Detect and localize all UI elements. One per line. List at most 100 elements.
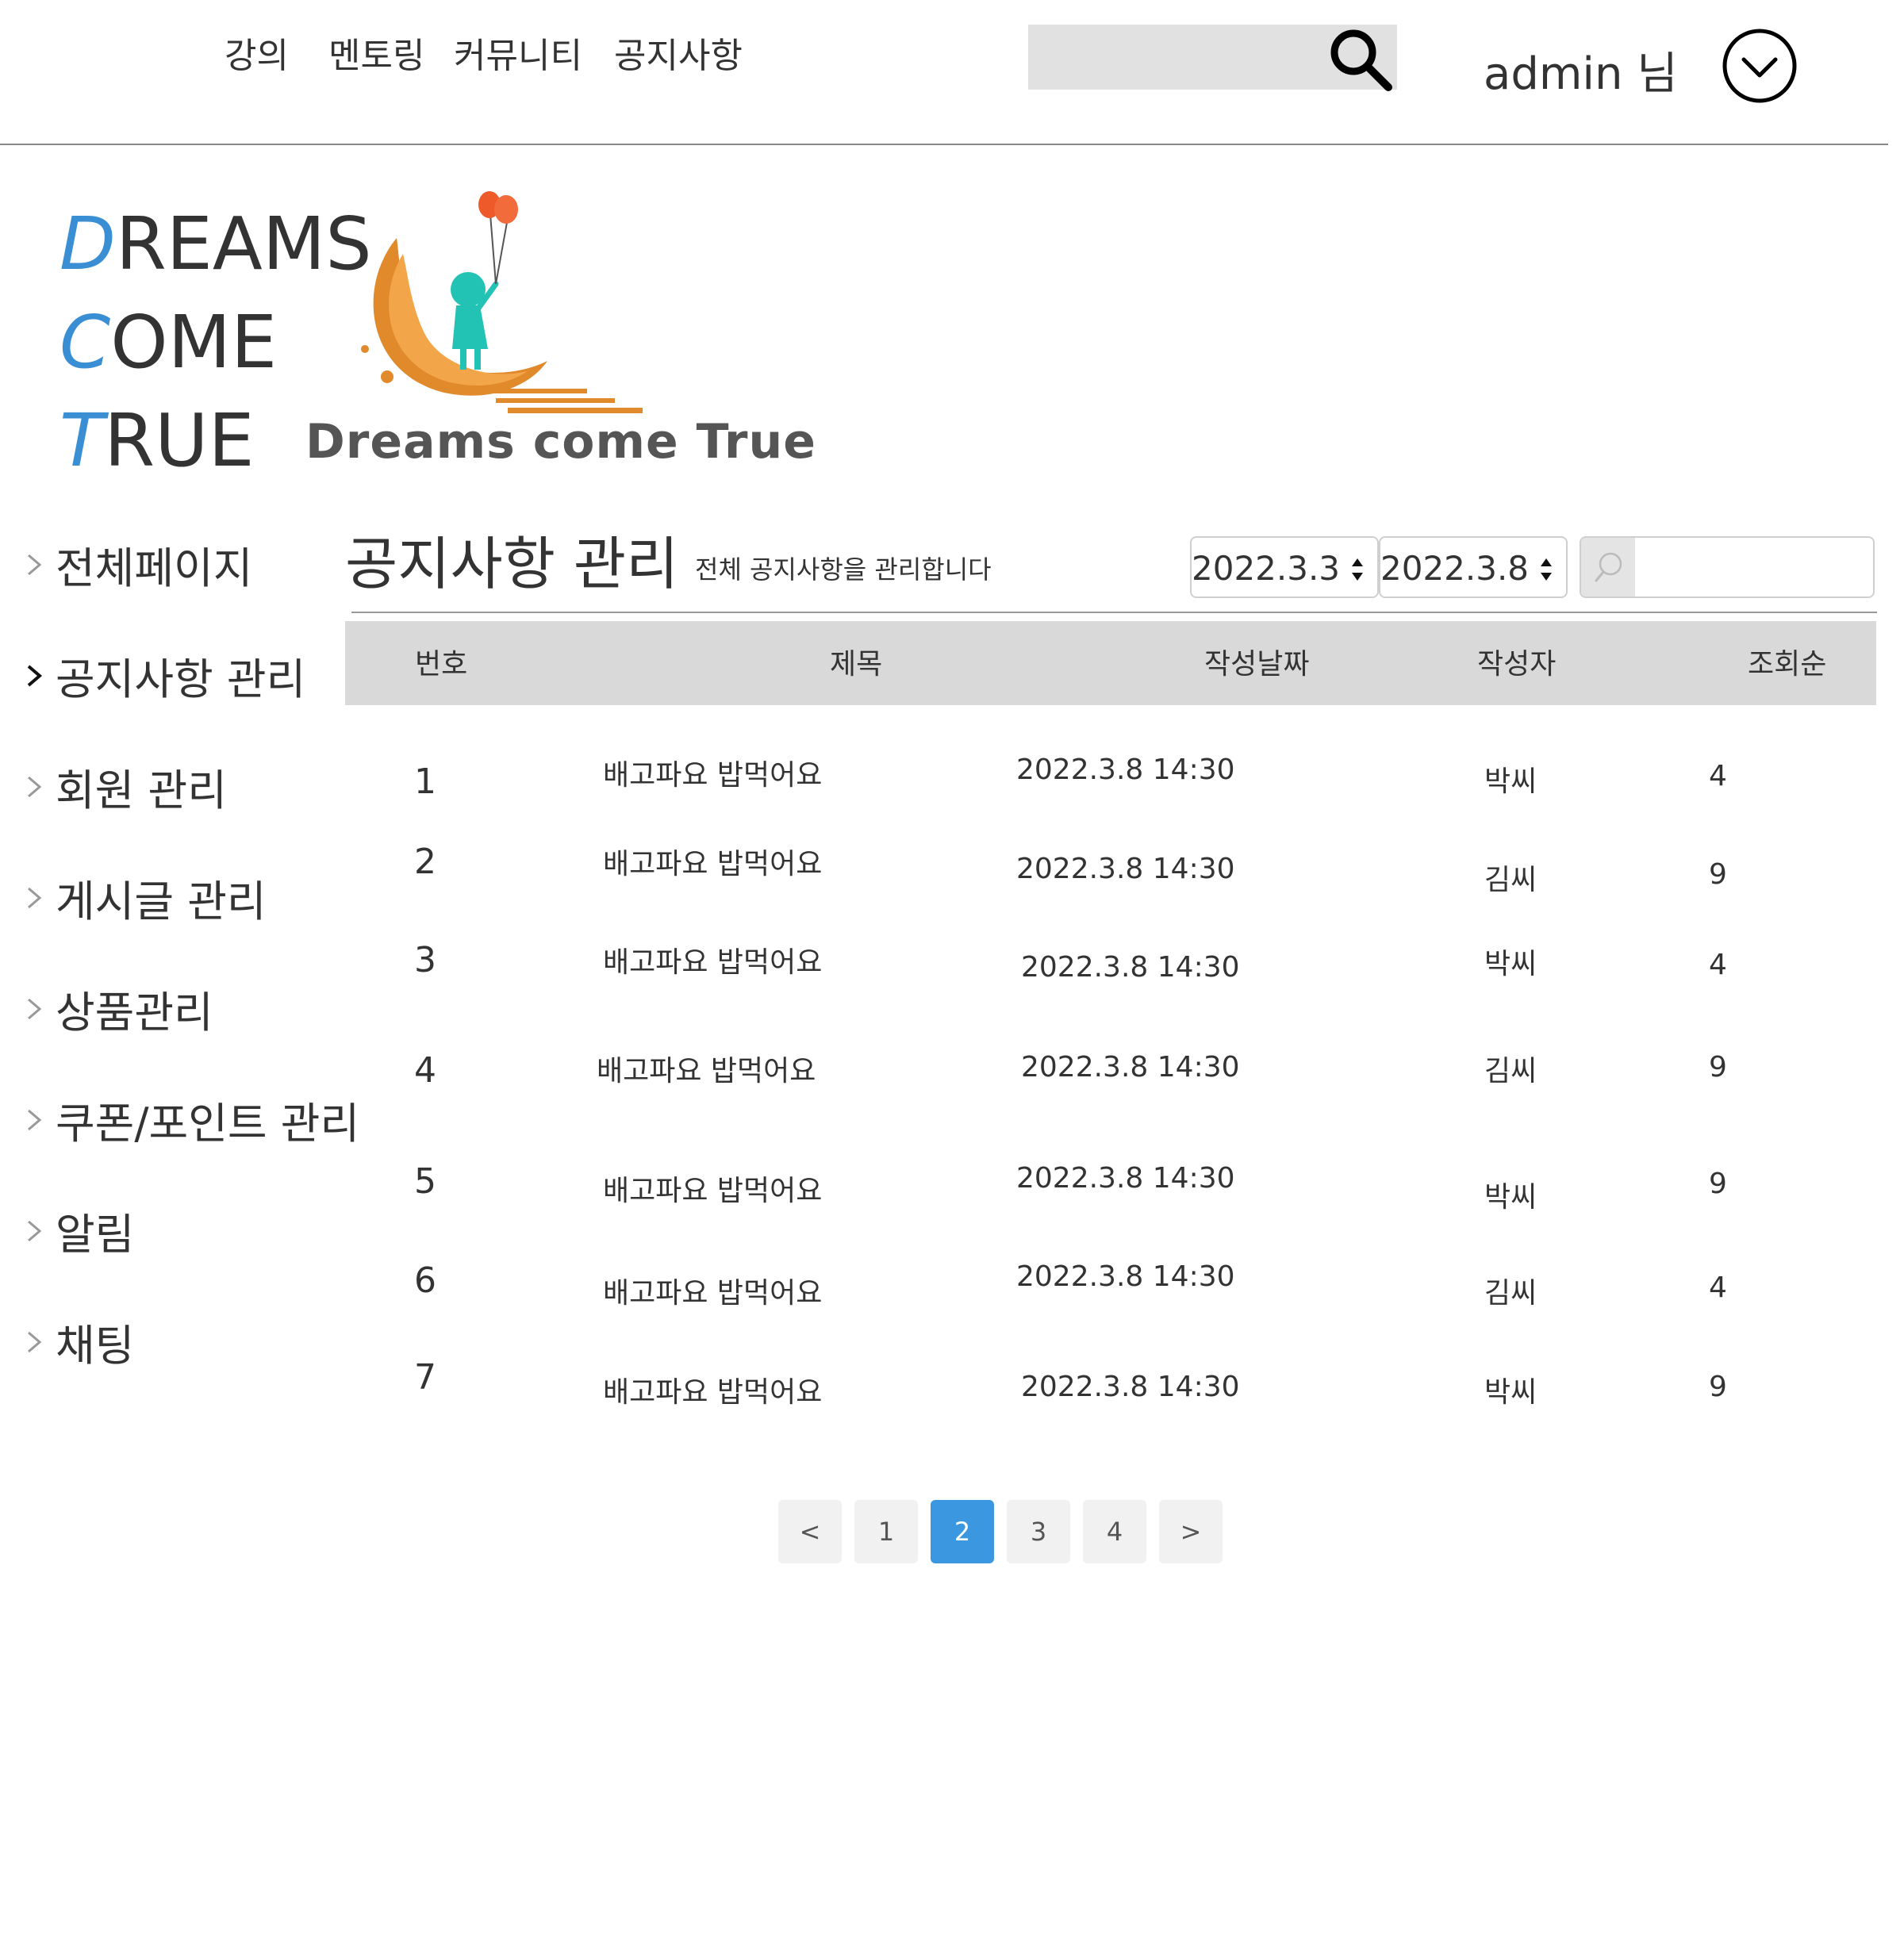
cell-number: 7 [414,1357,436,1398]
column-header-date[interactable]: 작성날짜 [1204,641,1309,682]
sidebar-item-label: 전체페이지 [56,543,253,593]
pagination-page-2[interactable]: 2 [931,1500,994,1563]
nav-link-community[interactable]: 커뮤니티 [454,27,582,78]
chevron-right-icon [28,1109,42,1130]
end-date-field[interactable]: 2022.3.8 [1379,536,1568,598]
cell-author: 박씨 [1484,948,1537,980]
cell-views: 4 [1709,949,1727,981]
sidebar-item-label: 쿠폰/포인트 관리 [56,1099,360,1149]
cell-number: 4 [414,1050,436,1091]
start-date-field[interactable]: 2022.3.3 [1190,536,1379,598]
sidebar-item-label: 상품관리 [56,988,213,1038]
sidebar-item-notice-management[interactable]: 공지사항 관리 [24,644,305,707]
column-header-views[interactable]: 조회순 [1748,641,1826,682]
logo-initial: T [60,398,105,483]
sidebar-item-post-management[interactable]: 게시글 관리 [24,866,267,929]
cell-title[interactable]: 배고파요 밥먹어요 [603,1369,822,1410]
cell-number: 5 [414,1161,436,1202]
pagination-prev-button[interactable]: < [778,1500,842,1563]
cell-date: 2022.3.8 14:30 [1016,1162,1235,1195]
cell-number: 6 [414,1260,436,1301]
cell-title[interactable]: 배고파요 밥먹어요 [603,841,822,882]
logo-line-dreams: DREAMS [60,208,372,281]
search-icon [1595,552,1622,582]
cell-author: 김씨 [1484,1277,1537,1310]
cell-views: 4 [1709,1272,1727,1304]
chevron-right-icon [28,776,42,797]
sidebar-item-notifications[interactable]: 알림 [24,1199,134,1262]
user-name: admin 님 [1484,48,1678,100]
spinner-arrows-icon[interactable] [1350,554,1365,585]
cell-title[interactable]: 배고파요 밥먹어요 [603,1168,822,1209]
cell-views: 4 [1709,760,1727,792]
sidebar-item-label: 공지사항 관리 [56,654,306,704]
cell-date: 2022.3.8 14:30 [1016,1260,1235,1293]
logo-word: REAMS [115,201,372,286]
pagination-next-button[interactable]: > [1159,1500,1223,1563]
sidebar-item-product-management[interactable]: 상품관리 [24,977,213,1040]
table-search-button[interactable] [1581,538,1635,596]
cell-author: 박씨 [1484,1181,1537,1214]
chevron-right-icon [28,887,42,908]
chevron-right-icon [28,554,42,575]
logo-word: OME [110,300,278,385]
pagination-page-3[interactable]: 3 [1007,1500,1070,1563]
chevron-right-icon [28,998,42,1019]
cell-title[interactable]: 배고파요 밥먹어요 [603,939,822,980]
column-header-author[interactable]: 작성자 [1477,641,1556,682]
cell-views: 9 [1709,1371,1727,1403]
spinner-arrows-icon[interactable] [1539,554,1553,585]
chevron-right-icon [28,1331,42,1352]
logo-initial: C [60,300,111,385]
page-subtitle: 전체 공지사항을 관리합니다 [695,554,992,585]
search-icon[interactable] [1325,24,1396,95]
cell-title[interactable]: 배고파요 밥먹어요 [603,752,822,793]
cell-title[interactable]: 배고파요 밥먹어요 [603,1270,822,1311]
cell-number: 2 [414,842,436,882]
pagination-page-1[interactable]: 1 [854,1500,918,1563]
nav-link-mentoring[interactable]: 멘토링 [328,27,424,78]
cell-views: 9 [1709,1051,1727,1084]
sidebar-item-label: 게시글 관리 [56,876,267,926]
sidebar-item-coupon-point-management[interactable]: 쿠폰/포인트 관리 [24,1088,359,1151]
nav-link-notice[interactable]: 공지사항 [614,27,743,78]
cell-author: 박씨 [1484,765,1537,798]
start-date-value: 2022.3.3 [1192,549,1341,588]
logo-line-come: COME [60,306,277,379]
sidebar-item-label: 알림 [56,1210,135,1260]
end-date-value: 2022.3.8 [1380,549,1530,588]
logo-line-true: TRUE [60,405,255,478]
sidebar-item-member-management[interactable]: 회원 관리 [24,755,227,818]
cell-date: 2022.3.8 14:30 [1021,1371,1240,1403]
cell-author: 김씨 [1484,864,1537,896]
cell-title[interactable]: 배고파요 밥먹어요 [597,1048,816,1089]
cell-date: 2022.3.8 14:30 [1021,951,1240,984]
cell-number: 1 [414,761,436,802]
sidebar-item-label: 회원 관리 [56,765,227,815]
title-divider [351,612,1877,613]
column-header-title[interactable]: 제목 [830,641,882,682]
cell-author: 김씨 [1484,1055,1537,1087]
logo-word: RUE [104,398,255,483]
cell-views: 9 [1709,1168,1727,1200]
chevron-right-icon [27,664,43,687]
cell-date: 2022.3.8 14:30 [1016,853,1235,885]
pagination-page-4[interactable]: 4 [1083,1500,1146,1563]
chevron-right-icon [28,1220,42,1241]
header-divider [0,144,1888,145]
table-search-input[interactable] [1580,536,1875,598]
page-title: 공지사항 관리 [345,531,679,597]
logo-initial: D [60,201,116,286]
nav-link-lecture[interactable]: 강의 [225,27,289,78]
sidebar-item-all-pages[interactable]: 전체페이지 [24,533,252,596]
chevron-down-icon[interactable] [1722,28,1798,104]
table-header [345,621,1876,705]
sidebar-item-label: 채팅 [56,1321,135,1371]
cell-date: 2022.3.8 14:30 [1016,754,1235,786]
column-header-number[interactable]: 번호 [415,641,467,682]
cell-date: 2022.3.8 14:30 [1021,1051,1240,1084]
cell-views: 9 [1709,858,1727,891]
logo-caption: Dreams come True [305,414,816,470]
cell-number: 3 [414,940,436,980]
sidebar-item-chat[interactable]: 채팅 [24,1310,134,1373]
